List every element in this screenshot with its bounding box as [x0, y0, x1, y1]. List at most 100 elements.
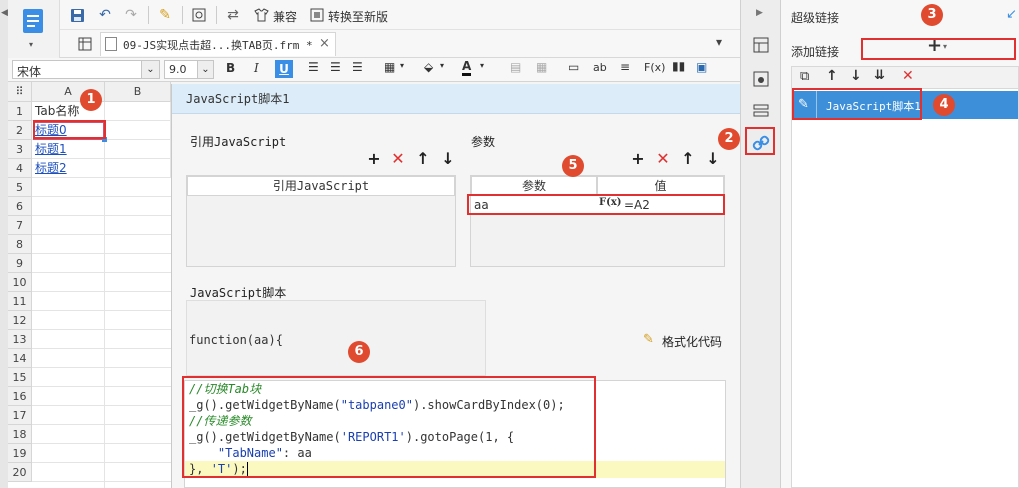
preview-icon[interactable]: [190, 6, 208, 24]
chevron-down-icon[interactable]: ⌄: [141, 61, 159, 78]
row-header[interactable]: 13: [8, 330, 32, 349]
font-color-icon[interactable]: A: [462, 59, 472, 76]
condition-attr-icon[interactable]: [750, 68, 772, 90]
tab-file[interactable]: 09-JS实现点击超...换TAB页.frm * ×: [100, 32, 336, 56]
cell-b2[interactable]: [105, 121, 171, 140]
main-toolbar: ↶ ↷ ✎ ⇄ 兼容 转换至新版: [60, 0, 740, 30]
row-header[interactable]: 11: [8, 292, 32, 311]
row-header[interactable]: 15: [8, 368, 32, 387]
tab-bar: 09-JS实现点击超...换TAB页.frm * × ▾: [60, 30, 740, 58]
row-header[interactable]: 16: [8, 387, 32, 406]
row-header[interactable]: 10: [8, 273, 32, 292]
image-icon[interactable]: ▣: [696, 60, 707, 74]
delete-icon[interactable]: ✕: [390, 149, 406, 168]
insert-row-icon[interactable]: ▭: [568, 60, 579, 74]
save-icon[interactable]: [68, 6, 86, 24]
cell-a3[interactable]: 标题1: [32, 140, 105, 159]
cell-attr-icon[interactable]: [750, 34, 772, 56]
widget-icon[interactable]: [750, 100, 772, 122]
move-up-icon[interactable]: ↑: [826, 68, 838, 84]
align-center-icon[interactable]: ☰: [330, 60, 341, 74]
compat-button[interactable]: 兼容: [273, 8, 297, 25]
hyperlink-panel: 超级链接 ↙ 添加链接 + ▾ ⧉ ↑ ↓ ⇊ ✕ ✎ JavaScript脚本…: [781, 0, 1019, 488]
move-up-icon[interactable]: ↑: [415, 149, 431, 168]
row-header[interactable]: 19: [8, 444, 32, 463]
row-header[interactable]: 7: [8, 216, 32, 235]
move-up-icon[interactable]: ↑: [680, 149, 696, 168]
cell-b4[interactable]: [105, 159, 171, 178]
row-header[interactable]: 18: [8, 425, 32, 444]
collapse-icon[interactable]: ↙: [1006, 7, 1017, 22]
chevron-down-icon[interactable]: ▾: [480, 61, 484, 70]
move-down-icon[interactable]: ↓: [850, 68, 862, 84]
spreadsheet: ⠿ A B 1 2 3 4 5 6 7 8 9 10 11 12 13 14 1…: [8, 82, 171, 488]
format-code-icon[interactable]: ✎: [643, 332, 654, 347]
close-icon[interactable]: ×: [319, 36, 330, 51]
shirt-icon[interactable]: [252, 6, 270, 24]
chart-icon[interactable]: ▮▮: [672, 59, 685, 73]
add-param-icon[interactable]: +: [630, 149, 646, 168]
row-header[interactable]: 6: [8, 197, 32, 216]
merge-icon[interactable]: ▤: [510, 60, 521, 74]
move-down-icon[interactable]: ↓: [440, 149, 456, 168]
cell-b3[interactable]: [105, 140, 171, 159]
align-right-icon[interactable]: ☰: [352, 60, 363, 74]
redo-icon[interactable]: ↷: [122, 6, 140, 24]
cell-a4[interactable]: 标题2: [32, 159, 105, 178]
empty-cells[interactable]: [32, 178, 171, 488]
formula-icon[interactable]: F(x): [644, 61, 665, 74]
tab-menu-icon[interactable]: ▾: [716, 35, 722, 49]
row-header[interactable]: 12: [8, 311, 32, 330]
convert-button[interactable]: 转换至新版: [328, 8, 388, 25]
chevron-down-icon[interactable]: ▾: [400, 61, 404, 70]
delete-param-icon[interactable]: ✕: [655, 149, 671, 168]
font-size-value: 9.0: [169, 63, 187, 76]
marker-6: 6: [348, 341, 370, 363]
row-header[interactable]: 17: [8, 406, 32, 425]
fill-color-icon[interactable]: ⬙: [424, 60, 433, 74]
undo-icon[interactable]: ↶: [96, 6, 114, 24]
collapse-left-icon[interactable]: ◀: [1, 8, 8, 18]
row-header[interactable]: 9: [8, 254, 32, 273]
font-size-select[interactable]: 9.0 ⌄: [164, 60, 214, 79]
row-header[interactable]: 8: [8, 235, 32, 254]
align-left-icon[interactable]: ☰: [308, 60, 319, 74]
underline-icon[interactable]: U: [275, 60, 293, 78]
expand-icon[interactable]: ▶: [756, 8, 763, 18]
annotation-box: [467, 194, 725, 215]
border-icon[interactable]: ▦: [384, 60, 395, 74]
bold-icon[interactable]: B: [226, 61, 235, 75]
unmerge-icon[interactable]: ▦: [536, 60, 547, 74]
chevron-down-icon[interactable]: ⌄: [197, 61, 213, 78]
italic-icon[interactable]: I: [254, 61, 259, 75]
column-divider: [104, 178, 105, 488]
font-family-select[interactable]: 宋体 ⌄: [12, 60, 160, 79]
template-menu-button[interactable]: ▾: [8, 0, 60, 58]
chevron-down-icon[interactable]: ▾: [440, 61, 444, 70]
corner-cell[interactable]: ⠿: [8, 82, 32, 102]
script-label: JavaScript脚本: [190, 286, 287, 300]
delete-icon[interactable]: ✕: [902, 68, 914, 84]
row-header[interactable]: 1: [8, 102, 32, 121]
sort-icon[interactable]: ⇊: [874, 68, 885, 83]
column-header[interactable]: B: [105, 82, 171, 102]
grid-icon[interactable]: [76, 35, 94, 53]
copy-icon[interactable]: ⧉: [800, 69, 809, 84]
wrap-icon[interactable]: ≡: [620, 60, 630, 74]
row-header[interactable]: 20: [8, 463, 32, 482]
add-icon[interactable]: +: [366, 149, 382, 168]
format-painter-icon[interactable]: ✎: [156, 6, 174, 24]
switch-icon[interactable]: ⇄: [224, 6, 242, 24]
convert-icon[interactable]: [308, 6, 326, 24]
row-header[interactable]: 14: [8, 349, 32, 368]
row-header[interactable]: 2: [8, 121, 32, 140]
move-down-icon[interactable]: ↓: [705, 149, 721, 168]
format-toolbar: 宋体 ⌄ 9.0 ⌄ B I U ☰ ☰ ☰ ▦ ▾ ⬙ ▾ A ▾ ▤ ▦ ▭…: [8, 58, 740, 82]
text-icon[interactable]: ab: [593, 61, 607, 74]
format-code-button[interactable]: 格式化代码: [662, 333, 722, 350]
cell-b1[interactable]: [105, 102, 171, 121]
row-header[interactable]: 4: [8, 159, 32, 178]
row-header[interactable]: 3: [8, 140, 32, 159]
left-collapse-strip[interactable]: ◀: [0, 0, 8, 488]
row-header[interactable]: 5: [8, 178, 32, 197]
